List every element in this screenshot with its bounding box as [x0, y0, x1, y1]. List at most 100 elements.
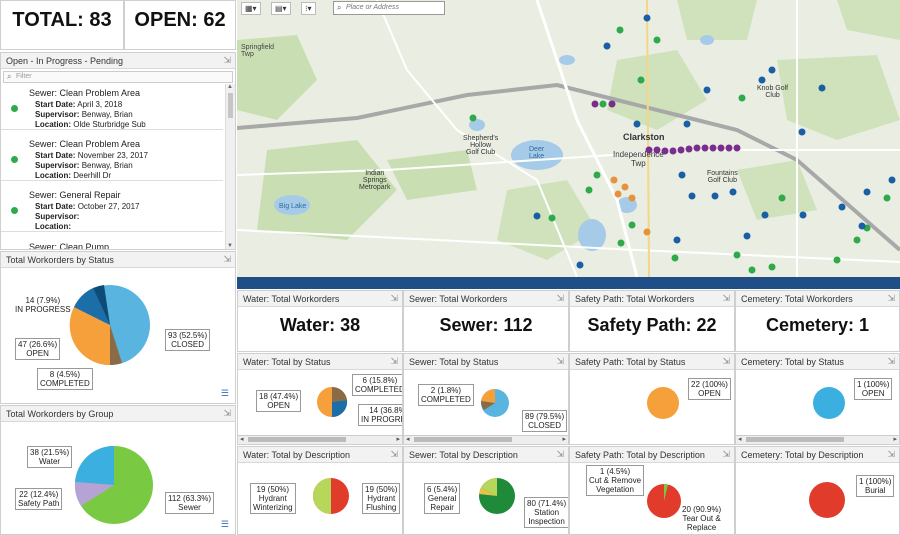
- list-item[interactable]: Sewer: Clean Pump: [1, 237, 223, 249]
- pin-icon[interactable]: ⇲: [223, 55, 231, 66]
- map-canvas: [237, 0, 900, 277]
- sewer-desc-pie: [479, 478, 515, 514]
- pin-icon[interactable]: ⇲: [722, 293, 730, 304]
- water-status-pie: [317, 386, 348, 418]
- map-view[interactable]: Clarkston Independence Twp Springfield T…: [237, 0, 900, 277]
- basemap-button[interactable]: ▦▾: [241, 2, 261, 15]
- horizontal-scrollbar[interactable]: ◂ ▸: [736, 435, 899, 444]
- open-box: OPEN: 62: [124, 0, 236, 50]
- cemetery-desc-panel: Cemetery: Total by Description ⇲ 1 (100%)…: [735, 446, 900, 535]
- filter-icon: ⌕: [7, 72, 12, 81]
- card-sewer-total: Sewer: Total Workorders ⇲ Sewer: 112: [403, 290, 569, 352]
- water-status-panel: Water: Total by Status ⇲ 18 (47.4%) OPEN …: [237, 353, 403, 445]
- group-chart-title: Total Workorders by Group: [1, 406, 235, 422]
- pin-icon[interactable]: ⇲: [887, 293, 895, 304]
- pin-icon[interactable]: ⇲: [556, 356, 564, 367]
- horizontal-scrollbar[interactable]: ◂ ▸: [238, 435, 402, 444]
- water-desc-panel: Water: Total by Description ⇲ 19 (50%) Hy…: [237, 446, 403, 535]
- card-value: Safety Path: 22: [587, 315, 717, 335]
- open-count: OPEN: 62: [134, 9, 226, 31]
- card-water-total: Water: Total Workorders ⇲ Water: 38: [237, 290, 403, 352]
- map-search-box[interactable]: ⌕ Place or Address: [333, 1, 445, 15]
- pin-icon[interactable]: ⇲: [556, 293, 564, 304]
- label-in-progress: 14 (7.9%) IN PROGRESS: [15, 296, 71, 314]
- label-closed: 93 (52.5%) CLOSED: [165, 329, 211, 351]
- pin-icon[interactable]: ⇲: [390, 293, 398, 304]
- pie-slice-water: [75, 445, 114, 485]
- safety-status-pie: [647, 387, 679, 419]
- list-item[interactable]: Sewer: Clean Problem Area Start Date: Ap…: [1, 84, 223, 130]
- pin-icon[interactable]: ⇲: [223, 254, 231, 265]
- map-label-clarkston: Clarkston: [623, 132, 665, 142]
- scroll-thumb[interactable]: [228, 93, 233, 118]
- pin-icon[interactable]: ⇲: [556, 449, 564, 460]
- pin-icon[interactable]: ⇲: [887, 449, 895, 460]
- filter-input[interactable]: Filter: [16, 73, 32, 80]
- legend-button[interactable]: ⁝▾: [301, 2, 316, 15]
- cemetery-desc-pie: [809, 482, 845, 518]
- safety-desc-pie: [647, 484, 681, 518]
- water-desc-pie: [313, 478, 349, 514]
- open-list-panel: Open - In Progress - Pending ⇲ ⌕ Filter …: [0, 52, 236, 250]
- map-label-indian-springs: Indian Springs Metropark: [359, 170, 391, 191]
- group-chart-panel: Total Workorders by Group ⇲ 38 (21.5%) W…: [0, 405, 236, 535]
- layers-icon: ▤▾: [275, 4, 287, 13]
- status-dot-icon: [11, 156, 18, 163]
- map-search-input[interactable]: Place or Address: [346, 4, 399, 11]
- total-count: TOTAL: 83: [12, 9, 112, 31]
- status-pie: [69, 285, 150, 366]
- sewer-desc-panel: Sewer: Total by Description ⇲ 6 (5.4%) Ge…: [403, 446, 569, 535]
- card-cemetery-total: Cemetery: Total Workorders ⇲ Cemetery: 1: [735, 290, 900, 352]
- status-dot-icon: [11, 105, 18, 112]
- card-value: Water: 38: [279, 315, 361, 335]
- card-safety-total: Safety Path: Total Workorders ⇲ Safety Pa…: [569, 290, 735, 352]
- workorder-list: Sewer: Clean Problem Area Start Date: Ap…: [1, 84, 235, 249]
- status-chart-panel: Total Workorders by Status ⇲ 14 (7.9%) I…: [0, 251, 236, 404]
- map-label-fountains: Fountains Golf Club: [707, 170, 738, 184]
- safety-status-panel: Safety Path: Total by Status ⇲ 22 (100%) …: [569, 353, 735, 445]
- status-chart-title: Total Workorders by Status: [1, 252, 235, 268]
- status-dot-icon: [11, 207, 18, 214]
- legend-list-icon: ⁝▾: [305, 4, 312, 13]
- pin-icon[interactable]: ⇲: [887, 356, 895, 367]
- group-pie: [74, 445, 153, 524]
- search-icon: ⌕: [337, 3, 342, 12]
- total-box: TOTAL: 83: [0, 0, 124, 50]
- map-label-big-lake: Big Lake: [279, 203, 307, 210]
- sewer-status-pie: [480, 388, 509, 417]
- label-open: 47 (26.6%) OPEN: [15, 338, 61, 360]
- map-footer-bar: [237, 277, 900, 289]
- pin-icon[interactable]: ⇲: [390, 449, 398, 460]
- map-label-springfield: Springfield Twp: [241, 44, 275, 58]
- list-scrollbar[interactable]: ▲ ▼: [225, 84, 235, 249]
- layers-button[interactable]: ▤▾: [271, 2, 291, 15]
- legend-icon[interactable]: ☰: [221, 388, 229, 399]
- map-label-independence: Independence Twp: [613, 150, 664, 168]
- sewer-status-panel: Sewer: Total by Status ⇲ 2 (1.8%) COMPLET…: [403, 353, 569, 445]
- scroll-down-icon[interactable]: ▼: [227, 243, 233, 249]
- filter-bar[interactable]: ⌕ Filter: [3, 71, 233, 83]
- grid-icon: ▦▾: [245, 4, 257, 13]
- list-item[interactable]: Sewer: General Repair Start Date: Octobe…: [1, 186, 223, 232]
- pin-icon[interactable]: ⇲: [223, 408, 231, 419]
- safety-desc-panel: Safety Path: Total by Description ⇲ 1 (4.…: [569, 446, 735, 535]
- pin-icon[interactable]: ⇲: [390, 356, 398, 367]
- horizontal-scrollbar[interactable]: ◂ ▸: [404, 435, 568, 444]
- map-label-shepherds: Shepherd's Hollow Golf Club: [463, 135, 499, 156]
- scroll-up-icon[interactable]: ▲: [227, 84, 233, 90]
- list-item[interactable]: Sewer: Clean Problem Area Start Date: No…: [1, 135, 223, 181]
- cemetery-status-pie: [813, 387, 845, 419]
- open-list-title: Open - In Progress - Pending: [1, 53, 235, 69]
- label-water: 38 (21.5%) Water: [27, 446, 73, 468]
- legend-icon[interactable]: ☰: [221, 519, 229, 530]
- card-value: Sewer: 112: [439, 315, 533, 335]
- map-label-knob: Knob Golf Club: [757, 85, 789, 99]
- label-safety-path: 22 (12.4%) Safety Path: [15, 488, 63, 510]
- pin-icon[interactable]: ⇲: [722, 356, 730, 367]
- map-label-deer-lake: Deer Lake: [529, 146, 545, 160]
- label-sewer: 112 (63.3%) Sewer: [165, 492, 214, 514]
- card-value: Cemetery: 1: [765, 315, 870, 335]
- label-completed: 8 (4.5%) COMPLETED: [37, 368, 93, 390]
- cemetery-status-panel: Cemetery: Total by Status ⇲ 1 (100%) OPEN…: [735, 353, 900, 445]
- pin-icon[interactable]: ⇲: [722, 449, 730, 460]
